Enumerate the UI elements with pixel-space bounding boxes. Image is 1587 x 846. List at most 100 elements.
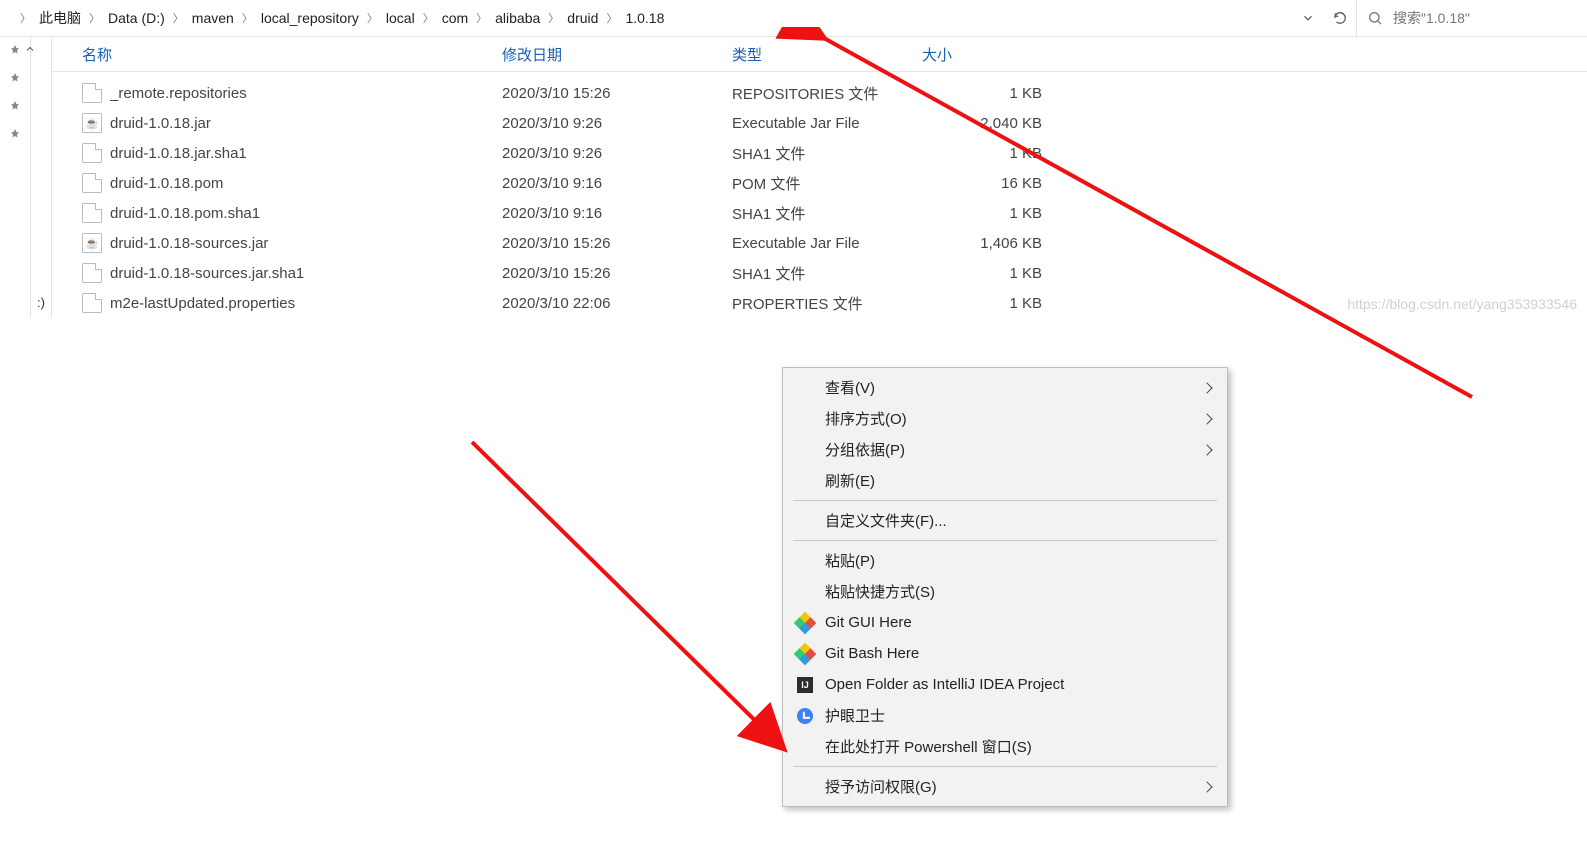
generic-file-icon — [82, 263, 102, 283]
git-icon — [795, 644, 815, 664]
jar-file-icon: ☕ — [82, 113, 102, 133]
clock-icon — [795, 706, 815, 726]
context-menu-item[interactable]: 在此处打开 Powershell 窗口(S) — [785, 731, 1225, 762]
context-menu-label: 粘贴(P) — [825, 550, 875, 571]
file-name: druid-1.0.18-sources.jar — [110, 235, 268, 252]
file-name: druid-1.0.18.jar.sha1 — [110, 145, 247, 162]
file-date: 2020/3/10 9:16 — [502, 205, 732, 222]
address-bar: 〉 此电脑 〉 Data (D:) 〉 maven 〉 local_reposi… — [0, 0, 1587, 37]
breadcrumb-item[interactable]: 1.0.18 — [619, 10, 670, 26]
breadcrumb-item[interactable]: com — [436, 10, 474, 26]
context-menu-item[interactable]: Git GUI Here — [785, 607, 1225, 638]
search-icon — [1367, 10, 1383, 26]
quick-access-column — [0, 37, 31, 318]
generic-file-icon — [82, 203, 102, 223]
context-menu-label: Git GUI Here — [825, 614, 912, 631]
history-dropdown-button[interactable] — [1292, 4, 1324, 32]
pin-icon[interactable] — [9, 99, 21, 115]
file-row[interactable]: m2e-lastUpdated.properties 2020/3/10 22:0… — [52, 288, 1587, 318]
breadcrumb-item[interactable]: druid — [561, 10, 604, 26]
file-list-pane: 名称 修改日期 类型 大小 _remote.repositories2020/3… — [52, 37, 1587, 318]
column-type[interactable]: 类型 — [732, 44, 922, 65]
context-menu-item[interactable]: Git Bash Here — [785, 638, 1225, 669]
context-menu-label: 刷新(E) — [825, 470, 875, 491]
file-size: 1,406 KB — [922, 235, 1066, 252]
file-type: REPOSITORIES 文件 — [732, 83, 922, 104]
git-icon — [795, 613, 815, 633]
file-date: 2020/3/10 9:26 — [502, 115, 732, 132]
file-size: 1 KB — [922, 85, 1066, 102]
context-menu-item[interactable]: 排序方式(O) — [785, 403, 1225, 434]
context-menu-label: 分组依据(P) — [825, 439, 905, 460]
file-row[interactable]: druid-1.0.18.jar.sha1 2020/3/10 9:26SHA1 … — [52, 138, 1587, 168]
file-date: 2020/3/10 22:06 — [502, 295, 732, 312]
context-menu-item[interactable]: IJ Open Folder as IntelliJ IDEA Project — [785, 669, 1225, 700]
chevron-right-icon: 〉 — [240, 10, 255, 26]
file-size: 1 KB — [922, 265, 1066, 282]
refresh-button[interactable] — [1324, 4, 1356, 32]
generic-file-icon — [82, 83, 102, 103]
context-menu-item[interactable]: 自定义文件夹(F)... — [785, 505, 1225, 536]
context-menu-item[interactable]: 粘贴快捷方式(S) — [785, 576, 1225, 607]
file-date: 2020/3/10 9:26 — [502, 145, 732, 162]
menu-separator — [793, 540, 1217, 541]
context-menu-item[interactable]: 查看(V) — [785, 372, 1225, 403]
pin-icon[interactable] — [9, 127, 21, 143]
file-date: 2020/3/10 15:26 — [502, 85, 732, 102]
file-name: m2e-lastUpdated.properties — [110, 295, 295, 312]
chevron-right-icon: 〉 — [18, 10, 33, 26]
nav-pane-collapsed[interactable]: :) — [31, 37, 52, 318]
expand-nav-icon[interactable] — [20, 39, 40, 59]
file-row[interactable]: druid-1.0.18.pom2020/3/10 9:16POM 文件16 K… — [52, 168, 1587, 198]
chevron-right-icon: 〉 — [171, 10, 186, 26]
breadcrumb-item[interactable]: alibaba — [489, 10, 546, 26]
column-size[interactable]: 大小 — [922, 44, 1042, 65]
chevron-right-icon: 〉 — [87, 10, 102, 26]
context-menu-item[interactable]: 分组依据(P) — [785, 434, 1225, 465]
file-type: SHA1 文件 — [732, 143, 922, 164]
context-menu-item[interactable]: 粘贴(P) — [785, 545, 1225, 576]
file-type: SHA1 文件 — [732, 263, 922, 284]
file-type: POM 文件 — [732, 173, 922, 194]
pin-icon[interactable] — [9, 71, 21, 87]
context-menu-label: Open Folder as IntelliJ IDEA Project — [825, 676, 1064, 693]
file-type: PROPERTIES 文件 — [732, 293, 922, 314]
file-name: druid-1.0.18-sources.jar.sha1 — [110, 265, 304, 282]
column-name[interactable]: 名称 — [52, 44, 502, 65]
context-menu-label: 护眼卫士 — [825, 705, 885, 726]
file-size: 1 KB — [922, 295, 1066, 312]
breadcrumb-item[interactable]: 此电脑 — [33, 8, 87, 28]
breadcrumb-item[interactable]: maven — [186, 10, 240, 26]
context-menu-item[interactable]: 护眼卫士 — [785, 700, 1225, 731]
chevron-right-icon: 〉 — [421, 10, 436, 26]
column-headers: 名称 修改日期 类型 大小 — [52, 37, 1587, 72]
generic-file-icon — [82, 293, 102, 313]
file-name: druid-1.0.18.pom — [110, 175, 223, 192]
file-row[interactable]: ☕druid-1.0.18-sources.jar2020/3/10 15:26… — [52, 228, 1587, 258]
chevron-right-icon: 〉 — [474, 10, 489, 26]
context-menu-label: 自定义文件夹(F)... — [825, 510, 947, 531]
generic-file-icon — [82, 143, 102, 163]
menu-separator — [793, 500, 1217, 501]
search-input[interactable]: 搜索"1.0.18" — [1356, 0, 1587, 36]
file-row[interactable]: druid-1.0.18.pom.sha12020/3/10 9:16SHA1 … — [52, 198, 1587, 228]
breadcrumb-item[interactable]: local — [380, 10, 421, 26]
breadcrumb[interactable]: 〉 此电脑 〉 Data (D:) 〉 maven 〉 local_reposi… — [0, 0, 1292, 36]
file-row[interactable]: druid-1.0.18-sources.jar.sha1 2020/3/10 1… — [52, 258, 1587, 288]
context-menu-label: 在此处打开 Powershell 窗口(S) — [825, 736, 1032, 757]
context-menu-item[interactable]: 刷新(E) — [785, 465, 1225, 496]
file-date: 2020/3/10 15:26 — [502, 265, 732, 282]
file-row[interactable]: ☕druid-1.0.18.jar2020/3/10 9:26Executabl… — [52, 108, 1587, 138]
context-menu-label: 粘贴快捷方式(S) — [825, 581, 935, 602]
context-menu-item[interactable]: 授予访问权限(G) — [785, 771, 1225, 802]
menu-separator — [793, 766, 1217, 767]
breadcrumb-item[interactable]: Data (D:) — [102, 10, 171, 26]
breadcrumb-item[interactable]: local_repository — [255, 10, 365, 26]
file-size: 2,040 KB — [922, 115, 1066, 132]
file-type: SHA1 文件 — [732, 203, 922, 224]
column-date[interactable]: 修改日期 — [502, 44, 732, 65]
file-row[interactable]: _remote.repositories2020/3/10 15:26REPOS… — [52, 78, 1587, 108]
context-menu-label: 查看(V) — [825, 377, 875, 398]
file-type: Executable Jar File — [732, 115, 922, 132]
intellij-icon: IJ — [795, 675, 815, 695]
